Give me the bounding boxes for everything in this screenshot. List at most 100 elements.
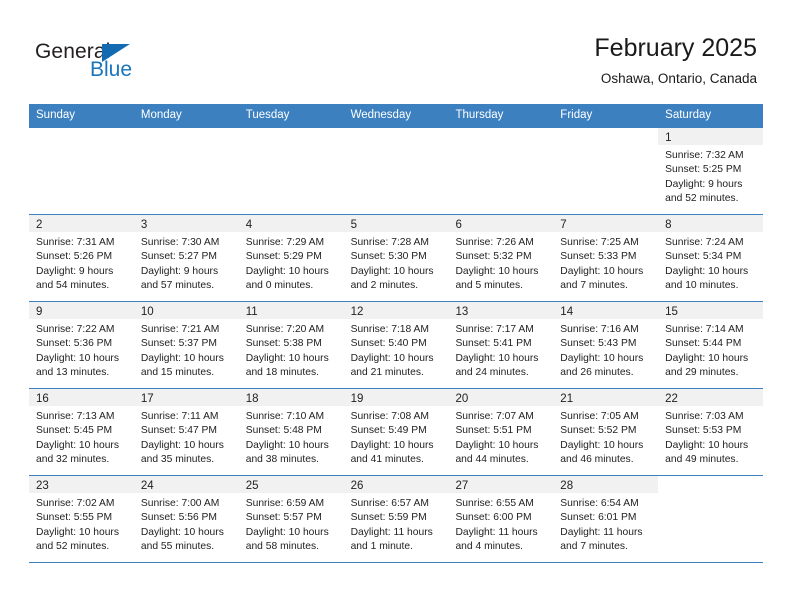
day-detail-line: Sunrise: 7:31 AM	[36, 237, 115, 248]
day-number: 24	[140, 480, 154, 492]
day-detail-line: Daylight: 10 hours	[560, 352, 644, 364]
day-number-band: 27	[448, 476, 554, 493]
day-detail-line: Sunrise: 7:26 AM	[455, 237, 534, 248]
day-cell-empty	[553, 128, 659, 214]
day-cell[interactable]: 20 Sunrise: 7:07 AM Sunset: 5:51 PM Dayligh…	[448, 389, 554, 475]
page-title: February 2025	[594, 34, 757, 62]
day-detail-line: Sunrise: 6:54 AM	[560, 498, 639, 509]
day-detail-line: Daylight: 10 hours	[140, 526, 224, 538]
day-cell[interactable]: 17 Sunrise: 7:11 AM Sunset: 5:47 PM Dayligh…	[133, 389, 239, 475]
day-detail-line: and 0 minutes.	[245, 279, 314, 291]
day-details: Sunrise: 6:59 AM Sunset: 5:57 PM Daylight:…	[239, 493, 344, 554]
day-number-band: 1	[658, 128, 764, 145]
day-detail-line: Daylight: 10 hours	[245, 352, 329, 364]
day-cell[interactable]: 26 Sunrise: 6:57 AM Sunset: 5:59 PM Dayligh…	[343, 476, 449, 562]
day-cell[interactable]: 16 Sunrise: 7:13 AM Sunset: 5:45 PM Dayligh…	[29, 389, 134, 475]
calendar-body: 1 Sunrise: 7:32 AM Sunset: 5:25 PM Daylight…	[29, 128, 764, 563]
day-cell[interactable]: 4 Sunrise: 7:29 AM Sunset: 5:29 PM Daylight…	[238, 215, 344, 301]
day-detail-line: Daylight: 10 hours	[245, 526, 329, 538]
weekday-header-wednesday: Wednesday	[350, 109, 412, 121]
day-detail-line: Sunrise: 7:05 AM	[560, 411, 639, 422]
day-cell[interactable]: 23 Sunrise: 7:02 AM Sunset: 5:55 PM Dayligh…	[29, 476, 134, 562]
day-detail-line: Sunset: 5:57 PM	[245, 512, 322, 524]
day-details	[553, 145, 658, 149]
day-detail-line: and 29 minutes.	[665, 366, 739, 378]
day-number-band: 18	[238, 389, 344, 406]
week-row: 2 Sunrise: 7:31 AM Sunset: 5:26 PM Daylight…	[29, 215, 764, 302]
day-cell-empty	[29, 128, 134, 214]
day-number-band	[343, 128, 449, 145]
day-cell[interactable]: 7 Sunrise: 7:25 AM Sunset: 5:33 PM Daylight…	[553, 215, 659, 301]
day-number-band	[553, 128, 659, 145]
day-detail-line: Sunrise: 7:25 AM	[560, 237, 639, 248]
day-cell[interactable]: 21 Sunrise: 7:05 AM Sunset: 5:52 PM Dayligh…	[553, 389, 659, 475]
day-details: Sunrise: 7:29 AM Sunset: 5:29 PM Daylight:…	[239, 232, 344, 293]
day-number-band	[448, 128, 554, 145]
day-number-band: 11	[238, 302, 344, 319]
day-cell[interactable]: 5 Sunrise: 7:28 AM Sunset: 5:30 PM Daylight…	[343, 215, 449, 301]
day-detail-line: Sunrise: 6:57 AM	[350, 498, 429, 509]
day-cell[interactable]: 3 Sunrise: 7:30 AM Sunset: 5:27 PM Daylight…	[133, 215, 239, 301]
day-detail-line: and 54 minutes.	[36, 279, 110, 291]
day-details: Sunrise: 7:13 AM Sunset: 5:45 PM Daylight:…	[29, 406, 134, 467]
day-cell[interactable]: 2 Sunrise: 7:31 AM Sunset: 5:26 PM Daylight…	[29, 215, 134, 301]
day-detail-line: Sunrise: 6:59 AM	[245, 498, 325, 509]
day-cell[interactable]: 12 Sunrise: 7:18 AM Sunset: 5:40 PM Dayligh…	[343, 302, 449, 388]
day-number-band: 3	[133, 215, 239, 232]
day-detail-line: Daylight: 10 hours	[560, 439, 644, 451]
day-detail-line: and 35 minutes.	[140, 453, 215, 465]
day-number-band: 19	[343, 389, 449, 406]
weekday-header-friday: Friday	[560, 109, 593, 121]
day-cell[interactable]: 9 Sunrise: 7:22 AM Sunset: 5:36 PM Daylight…	[29, 302, 134, 388]
day-details: Sunrise: 7:22 AM Sunset: 5:36 PM Daylight:…	[29, 319, 134, 380]
day-detail-line: Sunrise: 7:16 AM	[560, 324, 639, 335]
day-details: Sunrise: 7:11 AM Sunset: 5:47 PM Daylight:…	[134, 406, 239, 467]
day-cell[interactable]: 13 Sunrise: 7:17 AM Sunset: 5:41 PM Dayligh…	[448, 302, 554, 388]
day-cell[interactable]: 24 Sunrise: 7:00 AM Sunset: 5:56 PM Dayligh…	[133, 476, 239, 562]
day-cell[interactable]: 1 Sunrise: 7:32 AM Sunset: 5:25 PM Daylight…	[658, 128, 764, 214]
day-cell[interactable]: 18 Sunrise: 7:10 AM Sunset: 5:48 PM Dayligh…	[238, 389, 344, 475]
calendar-grid: Sunday Monday Tuesday Wednesday Thursday Frid…	[29, 104, 764, 563]
weekday-header-monday: Monday	[140, 109, 182, 121]
day-cell[interactable]: 8 Sunrise: 7:24 AM Sunset: 5:34 PM Daylight…	[658, 215, 764, 301]
day-detail-line: Daylight: 10 hours	[36, 352, 119, 364]
day-number: 25	[245, 480, 259, 492]
day-cell[interactable]: 15 Sunrise: 7:14 AM Sunset: 5:44 PM Dayligh…	[658, 302, 764, 388]
day-detail-line: Sunrise: 7:29 AM	[245, 237, 325, 248]
day-detail-line: Daylight: 10 hours	[455, 439, 539, 451]
day-cell[interactable]: 28 Sunrise: 6:54 AM Sunset: 6:01 PM Dayligh…	[553, 476, 659, 562]
day-details: Sunrise: 7:17 AM Sunset: 5:41 PM Daylight:…	[448, 319, 553, 380]
day-detail-line: Daylight: 10 hours	[665, 352, 749, 364]
day-cell[interactable]: 22 Sunrise: 7:03 AM Sunset: 5:53 PM Dayligh…	[658, 389, 764, 475]
generalblue-logo[interactable]: General Blue	[35, 40, 275, 92]
day-cell[interactable]: 10 Sunrise: 7:21 AM Sunset: 5:37 PM Dayligh…	[133, 302, 239, 388]
day-detail-line: Daylight: 10 hours	[245, 439, 329, 451]
day-detail-line: and 2 minutes.	[350, 279, 419, 291]
day-detail-line: Sunset: 5:30 PM	[350, 251, 427, 263]
day-cell[interactable]: 27 Sunrise: 6:55 AM Sunset: 6:00 PM Dayligh…	[448, 476, 554, 562]
day-detail-line: Sunrise: 7:13 AM	[36, 411, 115, 422]
day-detail-line: and 55 minutes.	[140, 540, 215, 552]
day-cell[interactable]: 11 Sunrise: 7:20 AM Sunset: 5:38 PM Dayligh…	[238, 302, 344, 388]
day-detail-line: Sunrise: 7:11 AM	[140, 411, 219, 422]
day-number-band: 26	[343, 476, 449, 493]
day-detail-line: Daylight: 10 hours	[140, 352, 224, 364]
day-cell[interactable]: 19 Sunrise: 7:08 AM Sunset: 5:49 PM Dayligh…	[343, 389, 449, 475]
day-detail-line: Daylight: 10 hours	[350, 265, 434, 277]
day-details: Sunrise: 6:57 AM Sunset: 5:59 PM Daylight:…	[344, 493, 449, 554]
day-detail-line: and 10 minutes.	[665, 279, 739, 291]
day-detail-line: and 18 minutes.	[245, 366, 319, 378]
day-details: Sunrise: 7:26 AM Sunset: 5:32 PM Daylight:…	[448, 232, 553, 293]
day-cell[interactable]: 14 Sunrise: 7:16 AM Sunset: 5:43 PM Dayligh…	[553, 302, 659, 388]
day-cell[interactable]: 6 Sunrise: 7:26 AM Sunset: 5:32 PM Daylight…	[448, 215, 554, 301]
day-detail-line: Daylight: 10 hours	[455, 352, 539, 364]
day-details: Sunrise: 7:31 AM Sunset: 5:26 PM Daylight:…	[29, 232, 134, 293]
day-detail-line: Sunset: 5:41 PM	[455, 338, 532, 350]
day-number-band: 13	[448, 302, 554, 319]
day-number: 12	[350, 306, 364, 318]
day-detail-line: Sunrise: 7:28 AM	[350, 237, 429, 248]
day-detail-line: and 7 minutes.	[560, 540, 628, 552]
day-detail-line: Sunrise: 7:07 AM	[455, 411, 534, 422]
day-cell[interactable]: 25 Sunrise: 6:59 AM Sunset: 5:57 PM Dayligh…	[238, 476, 344, 562]
day-details	[239, 145, 344, 149]
